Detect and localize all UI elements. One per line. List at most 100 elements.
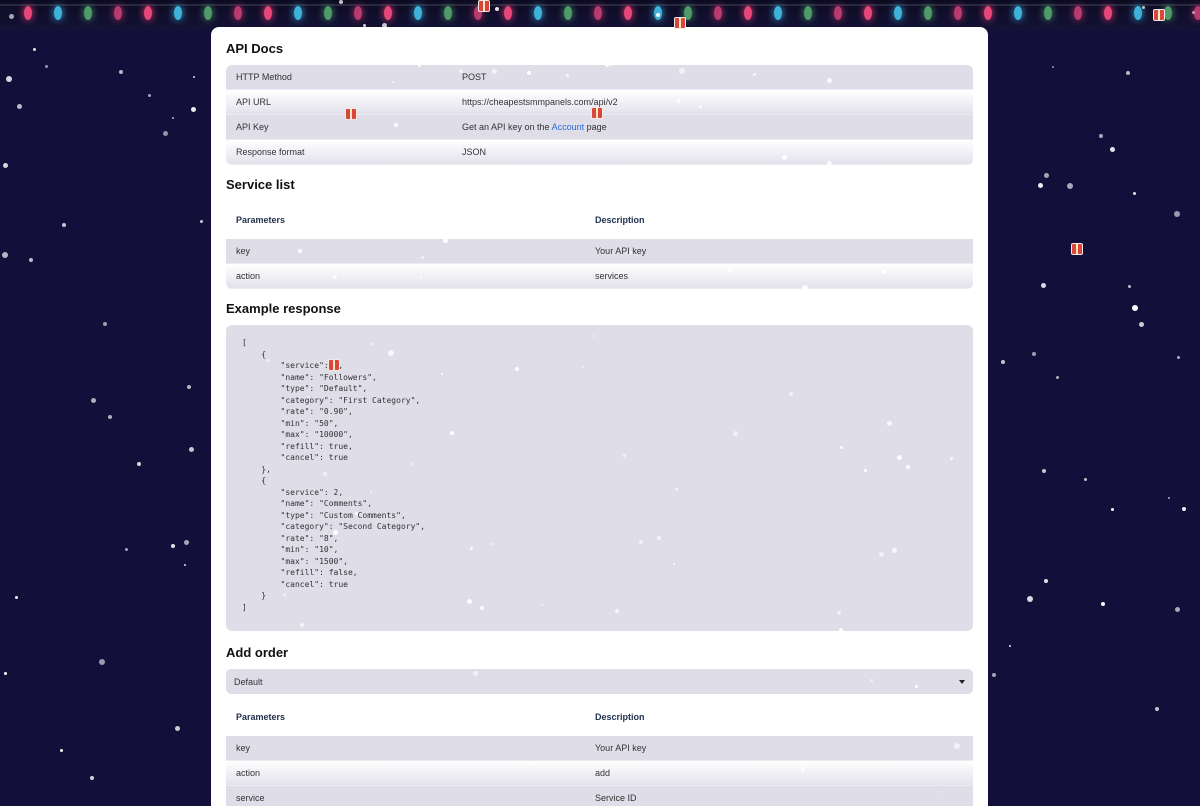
row-label: API URL (236, 97, 272, 107)
light-bulb-icon (444, 6, 452, 20)
snowflake-icon (1067, 183, 1073, 189)
light-bulb-icon (744, 6, 752, 20)
table-header: Parameters Description (226, 698, 973, 736)
snowflake-icon (1128, 285, 1131, 288)
light-bulb-icon (594, 6, 602, 20)
light-bulb-icon (864, 6, 872, 20)
table-row: Response format JSON (226, 140, 973, 165)
light-bulb-icon (1134, 6, 1142, 20)
header-parameters: Parameters (236, 712, 286, 722)
row-label: API Key (236, 122, 269, 132)
param-cell: action (236, 271, 261, 281)
header-parameters: Parameters (236, 215, 286, 225)
api-key-prefix: Get an API key on the (462, 122, 550, 132)
snowflake-icon (60, 749, 63, 752)
table-row: API URL https://cheapestsmmpanels.com/ap… (226, 90, 973, 115)
light-bulb-icon (144, 6, 152, 20)
snowflake-icon (189, 447, 194, 452)
lights-wire (0, 4, 1200, 6)
snowflake-icon (90, 776, 94, 780)
api-key-value: Get an API key on the Account page (462, 122, 607, 132)
desc-cell: Your API key (595, 246, 647, 256)
snowflake-icon (1099, 134, 1103, 138)
light-bulb-icon (474, 6, 482, 20)
light-bulb-icon (1014, 6, 1022, 20)
snowflake-icon (148, 94, 151, 97)
snowflake-icon (184, 540, 189, 545)
example-response-title: Example response (226, 301, 341, 316)
snowflake-icon (1139, 322, 1144, 327)
header-description: Description (595, 712, 645, 722)
light-bulb-icon (264, 6, 272, 20)
light-bulb-icon (1164, 6, 1172, 20)
light-bulb-icon (54, 6, 62, 20)
light-bulb-icon (24, 6, 32, 20)
snowflake-icon (1009, 645, 1011, 647)
light-bulb-icon (624, 6, 632, 20)
snowflake-icon (33, 48, 36, 51)
light-bulb-icon (174, 6, 182, 20)
snowflake-icon (1084, 478, 1087, 481)
snowflake-icon (99, 659, 105, 665)
account-link[interactable]: Account (552, 122, 585, 132)
desc-cell: add (595, 768, 611, 778)
select-value: Default (234, 676, 263, 687)
row-value: JSON (462, 147, 487, 157)
snowflake-icon (1056, 376, 1059, 379)
table-row: action services (226, 264, 973, 289)
light-bulb-icon (84, 6, 92, 20)
snowflake-icon (193, 76, 195, 78)
service-type-select[interactable]: Default (226, 669, 973, 694)
light-bulb-icon (1194, 6, 1200, 20)
table-row: service Service ID (226, 786, 973, 806)
snowflake-icon (1175, 607, 1180, 612)
gift-icon (1071, 243, 1083, 255)
snowflake-icon (187, 385, 191, 389)
param-cell: service (236, 793, 265, 803)
table-row: key Your API key (226, 736, 973, 761)
chevron-down-icon (959, 679, 965, 684)
snowflake-icon (17, 104, 22, 109)
add-order-table: Parameters Description key Your API key … (226, 698, 973, 806)
snowflake-icon (163, 131, 168, 136)
snowflake-icon (91, 398, 96, 403)
snowflake-icon (1132, 305, 1138, 311)
snowflake-icon (119, 70, 123, 74)
row-label: HTTP Method (236, 72, 292, 82)
snowflake-icon (171, 544, 175, 548)
api-docs-title: API Docs (226, 41, 284, 56)
light-bulb-icon (414, 6, 422, 20)
snowflake-icon (108, 415, 112, 419)
add-order-title: Add order (226, 645, 289, 660)
light-bulb-icon (954, 6, 962, 20)
snowflake-icon (1182, 507, 1186, 511)
light-bulb-icon (714, 6, 722, 20)
light-bulb-icon (894, 6, 902, 20)
snowflake-icon (191, 107, 196, 112)
light-bulb-icon (234, 6, 242, 20)
light-bulb-icon (774, 6, 782, 20)
light-bulb-icon (1044, 6, 1052, 20)
snowflake-icon (1052, 66, 1054, 68)
snowflake-icon (992, 673, 996, 677)
service-list-title: Service list (226, 177, 295, 192)
example-response-code: [ { "service": 1, "name": "Followers", "… (226, 325, 973, 631)
snowflake-icon (184, 564, 186, 566)
snowflake-icon (1001, 360, 1005, 364)
api-key-suffix: page (586, 122, 607, 132)
light-bulb-icon (984, 6, 992, 20)
snowflake-icon (4, 672, 7, 675)
param-cell: key (236, 743, 251, 753)
christmas-lights (0, 0, 1200, 30)
snowflake-icon (1032, 352, 1036, 356)
snowflake-icon (45, 65, 48, 68)
snowflake-icon (1111, 508, 1114, 511)
snowflake-icon (172, 117, 174, 119)
light-bulb-icon (114, 6, 122, 20)
snowflake-icon (3, 163, 8, 168)
snowflake-icon (1110, 147, 1115, 152)
snowflake-icon (1044, 579, 1048, 583)
snowflake-icon (15, 596, 18, 599)
table-row: key Your API key (226, 239, 973, 264)
service-list-table: Parameters Description key Your API key … (226, 201, 973, 289)
